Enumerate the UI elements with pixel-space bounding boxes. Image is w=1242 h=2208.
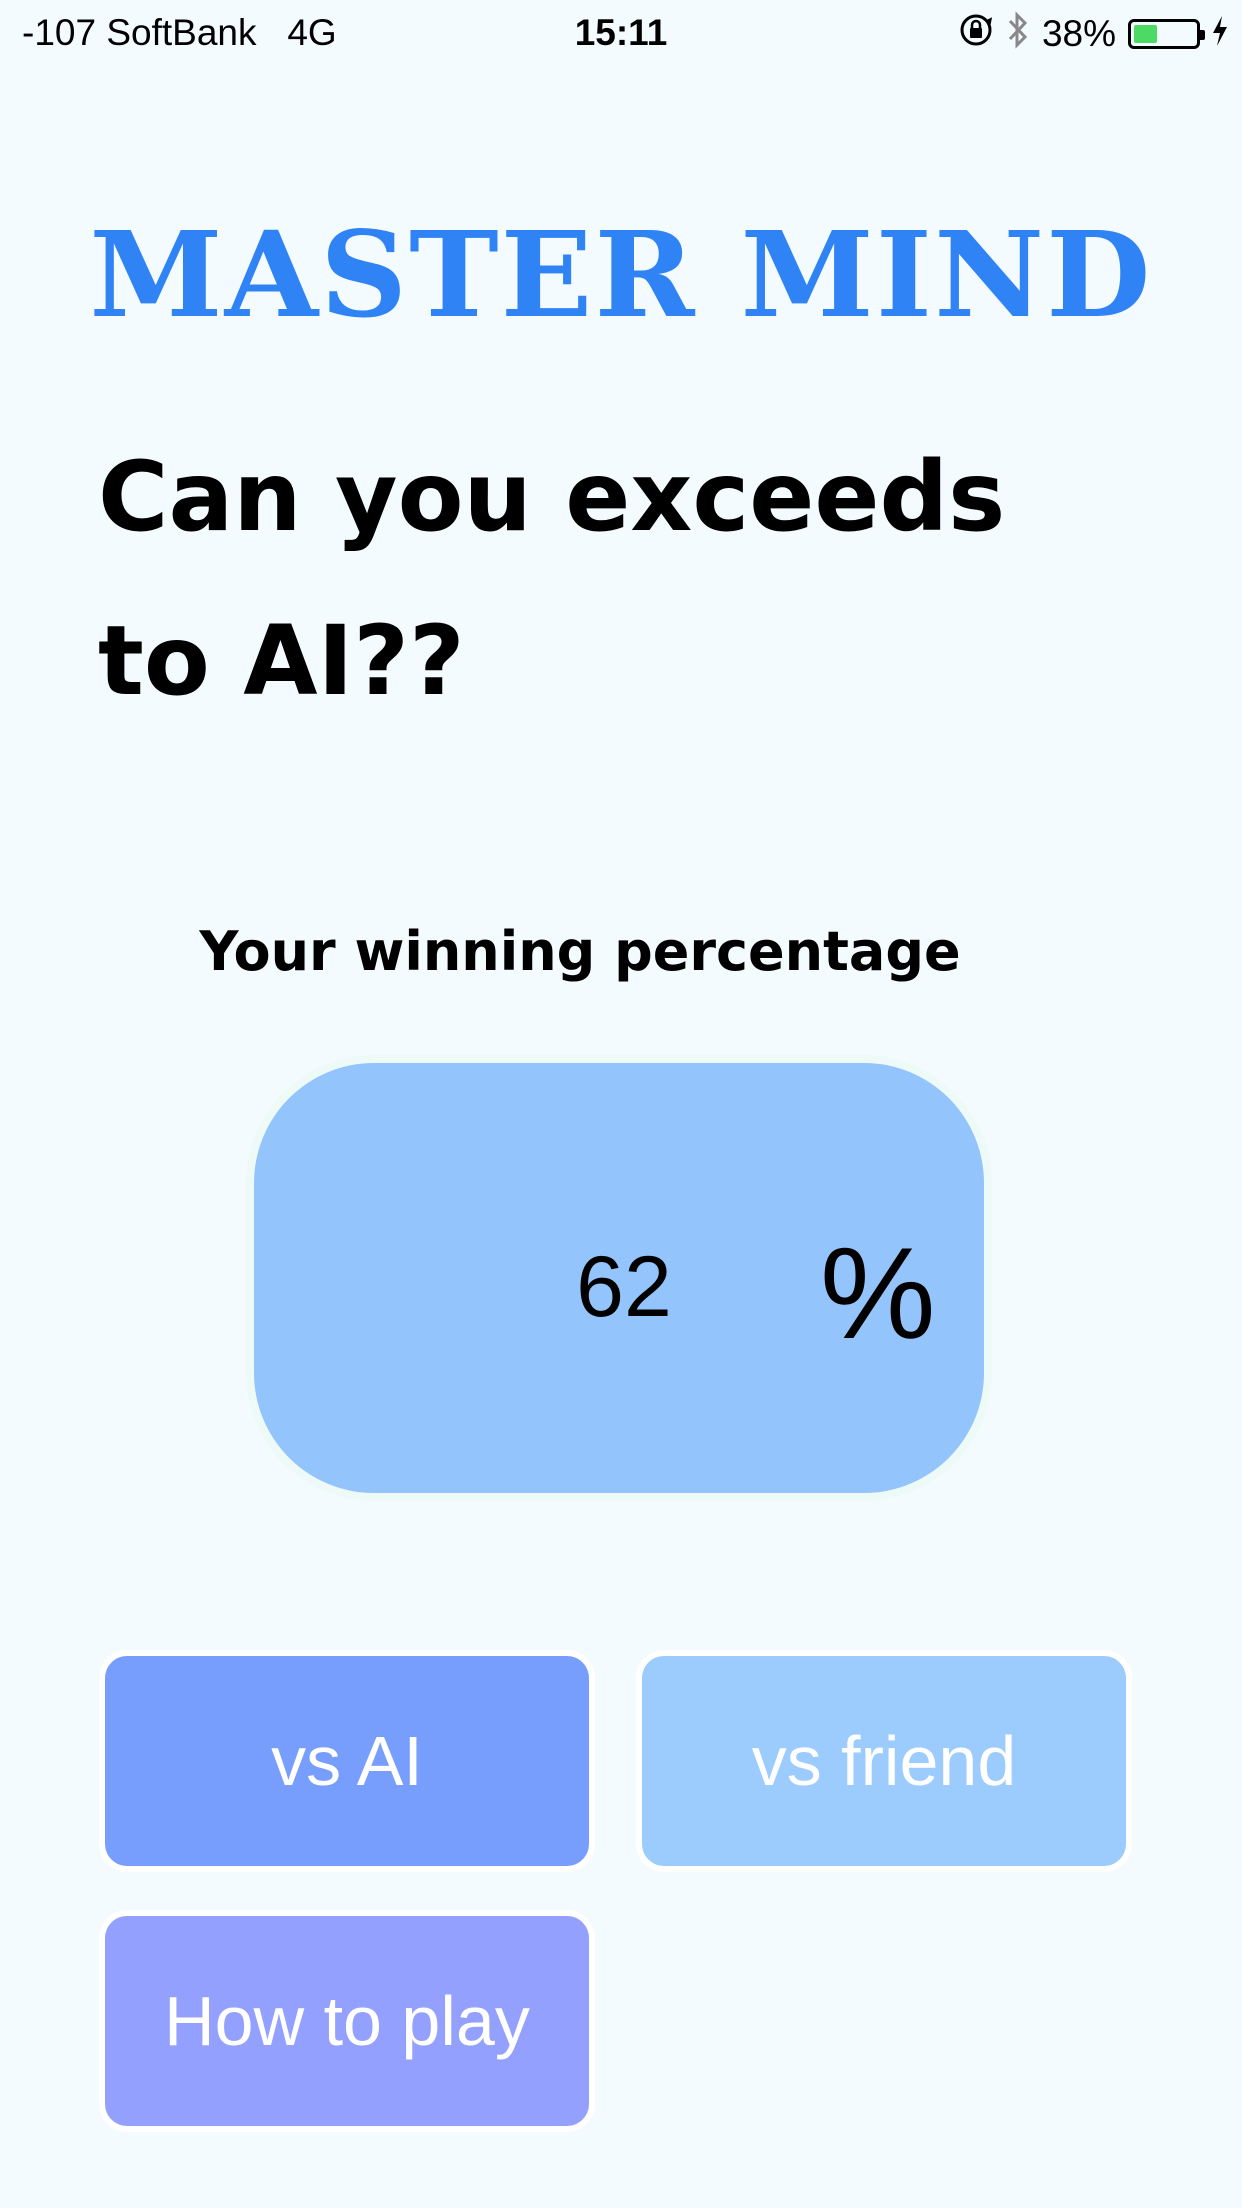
tagline-line-2: to AI?? <box>98 605 465 717</box>
vs-friend-button-label: vs friend <box>751 1722 1017 1800</box>
winning-percentage-card: 62 % <box>254 1063 984 1493</box>
vs-ai-button[interactable]: vs AI <box>105 1656 589 1866</box>
tagline-line-1: Can you exceeds <box>98 441 1006 553</box>
charging-bolt-icon <box>1212 13 1228 55</box>
winning-percentage-label: Your winning percentage <box>199 920 961 983</box>
battery-nub <box>1200 30 1205 40</box>
vs-ai-button-label: vs AI <box>271 1722 423 1800</box>
battery-icon <box>1128 19 1205 49</box>
how-to-play-button[interactable]: How to play <box>105 1916 589 2126</box>
percent-sign: % <box>820 1220 936 1366</box>
how-to-play-button-label: How to play <box>164 1982 530 2060</box>
status-right: 38% <box>958 10 1228 58</box>
tagline: Can you exceeds to AI?? <box>98 415 1158 743</box>
orientation-lock-icon <box>958 12 994 57</box>
app-title: MASTER MIND <box>89 205 1153 344</box>
status-bar: -107 SoftBank 4G 15:11 38% <box>0 0 1242 70</box>
bluetooth-icon <box>1006 10 1030 59</box>
battery-fill <box>1134 25 1157 43</box>
winning-percentage-value: 62 <box>576 1239 672 1335</box>
battery-percent: 38% <box>1041 13 1116 54</box>
vs-friend-button[interactable]: vs friend <box>642 1656 1126 1866</box>
